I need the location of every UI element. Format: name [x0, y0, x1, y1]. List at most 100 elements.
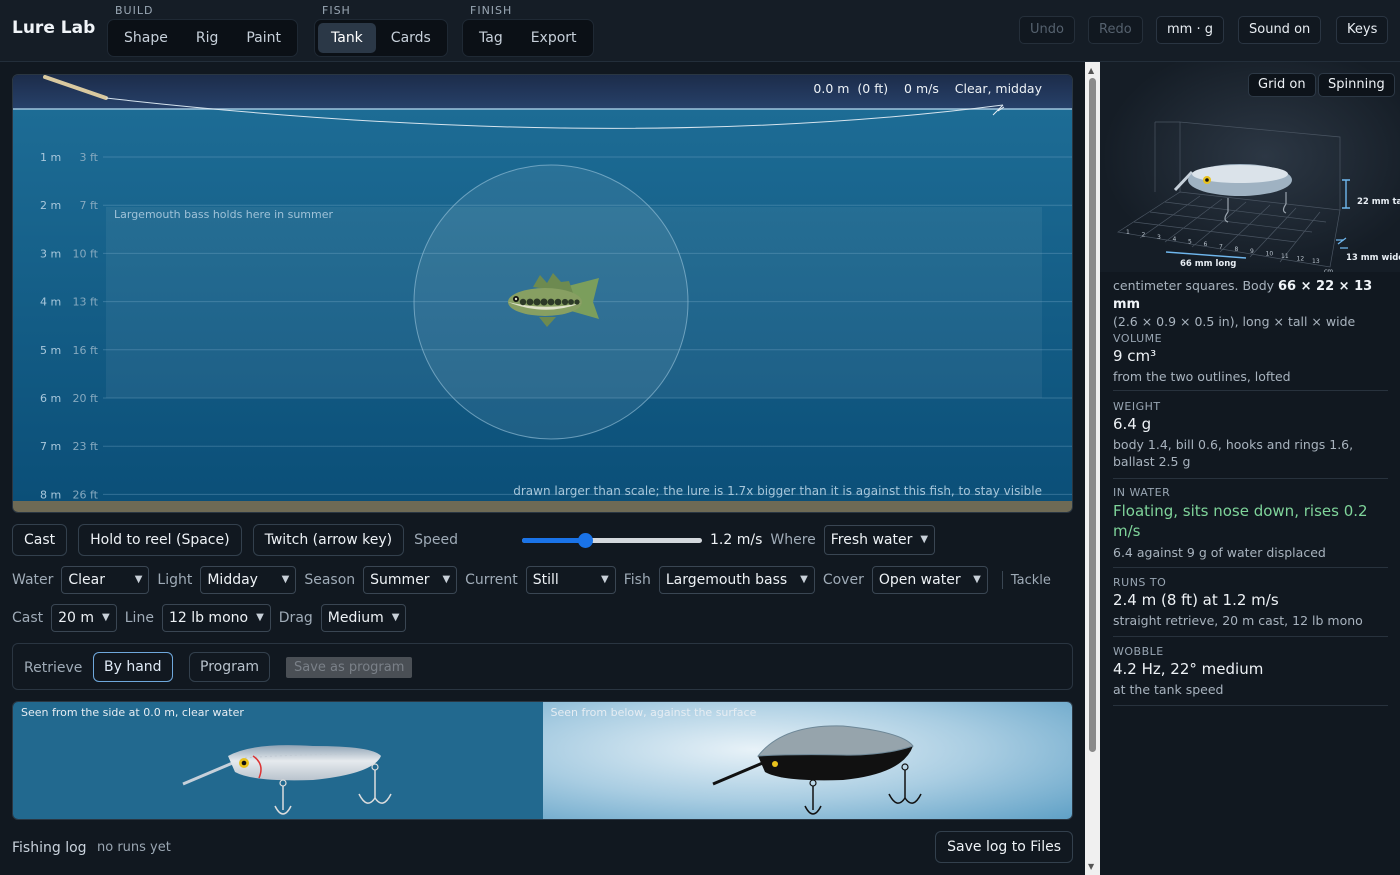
- side-lure-icon: [182, 745, 392, 815]
- body-summary: centimeter squares. Body 66 × 22 × 13 mm…: [1113, 277, 1393, 330]
- tackle-label: Tackle: [1010, 572, 1051, 588]
- depth-label-m: 3 m: [40, 247, 61, 260]
- tab-export[interactable]: Export: [518, 23, 590, 53]
- tab-tank[interactable]: Tank: [318, 23, 376, 53]
- chevron-down-icon: ▼: [256, 612, 264, 623]
- cast-length-value: 20 m: [58, 610, 95, 626]
- stat-weight: WEIGHT 6.4 g body 1.4, bill 0.6, hooks a…: [1113, 400, 1388, 479]
- stat-sub: at the tank speed: [1113, 682, 1224, 697]
- nav-group-label: FINISH: [470, 4, 513, 17]
- nav-group-fish: FISH Tank Cards: [314, 4, 448, 57]
- spin-toggle[interactable]: Spinning: [1318, 73, 1395, 97]
- by-hand-button[interactable]: By hand: [93, 652, 173, 682]
- tank-canvas: 1 m 3 ft 2 m 7 ft 3 m 10 ft 4 m 13 ft 5 m 16 ft 6 …: [13, 75, 1072, 512]
- axis-tick-label: 2: [1142, 231, 1146, 238]
- log-status: no runs yet: [97, 840, 171, 855]
- stat-key: RUNS TO: [1113, 576, 1167, 589]
- stat-wobble: WOBBLE 4.2 Hz, 22° medium at the tank sp…: [1113, 645, 1388, 706]
- axis-tick-label: 3: [1157, 234, 1161, 241]
- program-button[interactable]: Program: [189, 652, 271, 682]
- fish-select[interactable]: Largemouth bass ▼: [658, 566, 815, 594]
- cast-length-select[interactable]: 20 m ▼: [51, 604, 117, 632]
- retrieve-panel: Retrieve By hand Program Save as program: [12, 643, 1073, 690]
- cast-button[interactable]: Cast: [12, 524, 68, 556]
- current-label: Current: [465, 572, 518, 588]
- stat-volume: VOLUME 9 cm³ from the two outlines, loft…: [1113, 332, 1388, 391]
- tab-cards[interactable]: Cards: [378, 23, 444, 53]
- cover-value: Open water: [878, 572, 961, 588]
- slider-knob[interactable]: [578, 533, 593, 548]
- depth-label-ft: 26 ft: [73, 488, 99, 501]
- depth-label-m: 1 m: [40, 151, 61, 164]
- scale-note: drawn larger than scale; the lure is 1.7…: [513, 484, 1042, 498]
- tab-paint[interactable]: Paint: [233, 23, 294, 53]
- cover-select[interactable]: Open water ▼: [871, 566, 988, 594]
- season-select[interactable]: Summer ▼: [363, 566, 458, 594]
- slider-fill: [522, 538, 585, 543]
- axis-tick-label: 10: [1266, 251, 1274, 258]
- tab-tag[interactable]: Tag: [466, 23, 516, 53]
- drag-select[interactable]: Medium ▼: [320, 604, 407, 632]
- light-label: Light: [157, 572, 193, 588]
- below-preview: Seen from below, against the surface: [542, 702, 1072, 819]
- speed-value: 1.2 m/s: [710, 532, 763, 548]
- chevron-down-icon: ▼: [281, 574, 290, 585]
- stat-value: 2.4 m (8 ft) at 1.2 m/s: [1113, 591, 1279, 609]
- scrollbar-thumb[interactable]: [1089, 78, 1096, 752]
- reel-button[interactable]: Hold to reel (Space): [78, 524, 242, 556]
- redo-button[interactable]: Redo: [1088, 16, 1143, 44]
- where-select[interactable]: Fresh water ▼: [823, 525, 936, 555]
- season-label: Season: [304, 572, 356, 588]
- nav-group-build: BUILD Shape Rig Paint: [107, 4, 299, 57]
- nav-segment-finish: Tag Export: [462, 19, 594, 57]
- nav-segment-fish: Tank Cards: [314, 19, 448, 57]
- depth-label-ft: 13 ft: [73, 296, 99, 309]
- stat-sub: 6.4 against 9 g of water displaced: [1113, 545, 1326, 560]
- save-log-button[interactable]: Save log to Files: [935, 831, 1073, 863]
- scroll-down-icon[interactable]: ▼: [1088, 862, 1094, 871]
- line-select[interactable]: 12 lb mono ▼: [161, 604, 271, 632]
- main-scrollbar[interactable]: ▲ ▼: [1085, 62, 1100, 875]
- line-label: Line: [124, 610, 154, 626]
- axis-unit: cm: [1324, 268, 1333, 272]
- undo-button[interactable]: Undo: [1019, 16, 1075, 44]
- water-value: Clear: [68, 572, 106, 588]
- fish-tank[interactable]: 1 m 3 ft 2 m 7 ft 3 m 10 ft 4 m 13 ft 5 m 16 ft 6 …: [12, 74, 1073, 513]
- lure-previews: Seen from the side at 0.0 m, clear water…: [12, 701, 1073, 820]
- depth-label-ft: 7 ft: [80, 199, 99, 212]
- depth-label-ft: 23 ft: [73, 440, 99, 453]
- scroll-up-icon[interactable]: ▲: [1088, 66, 1094, 75]
- season-value: Summer: [370, 572, 430, 588]
- grid-toggle[interactable]: Grid on: [1248, 73, 1316, 97]
- tank-readout: 0.0 m (0 ft) 0 m/s Clear, midday: [813, 81, 1042, 96]
- side-preview: Seen from the side at 0.0 m, clear water: [13, 702, 543, 819]
- depth-label-m: 4 m: [40, 296, 61, 309]
- app-title: Lure Lab: [12, 18, 96, 38]
- depth-label-ft: 20 ft: [73, 392, 99, 405]
- depth-label-ft: 3 ft: [80, 151, 99, 164]
- units-button[interactable]: mm · g: [1156, 16, 1224, 44]
- nav-group-label: FISH: [322, 4, 351, 17]
- axis-tick-label: 7: [1219, 243, 1223, 250]
- tab-rig[interactable]: Rig: [183, 23, 232, 53]
- water-select[interactable]: Clear ▼: [61, 566, 150, 594]
- zone-note: Largemouth bass holds here in summer: [114, 208, 334, 221]
- line-value: 12 lb mono: [168, 610, 249, 626]
- chevron-down-icon: ▼: [102, 612, 110, 623]
- tab-shape[interactable]: Shape: [111, 23, 181, 53]
- speed-slider[interactable]: [522, 530, 702, 550]
- current-select[interactable]: Still ▼: [525, 566, 616, 594]
- save-program-button[interactable]: Save as program: [286, 657, 413, 678]
- drag-value: Medium: [327, 610, 384, 626]
- keys-button[interactable]: Keys: [1336, 16, 1389, 44]
- sound-button[interactable]: Sound on: [1238, 16, 1322, 44]
- axis-tick-label: 4: [1173, 236, 1177, 243]
- dim-wide-label: 13 mm wide: [1346, 253, 1400, 263]
- axis-tick-label: 6: [1204, 241, 1208, 248]
- twitch-button[interactable]: Twitch (arrow key): [252, 524, 405, 556]
- stat-value: 9 cm³: [1113, 347, 1157, 365]
- stat-runs-to: RUNS TO 2.4 m (8 ft) at 1.2 m/s straight…: [1113, 576, 1388, 637]
- current-value: Still: [532, 572, 559, 588]
- below-lure-icon: [711, 725, 922, 815]
- light-select[interactable]: Midday ▼: [200, 566, 297, 594]
